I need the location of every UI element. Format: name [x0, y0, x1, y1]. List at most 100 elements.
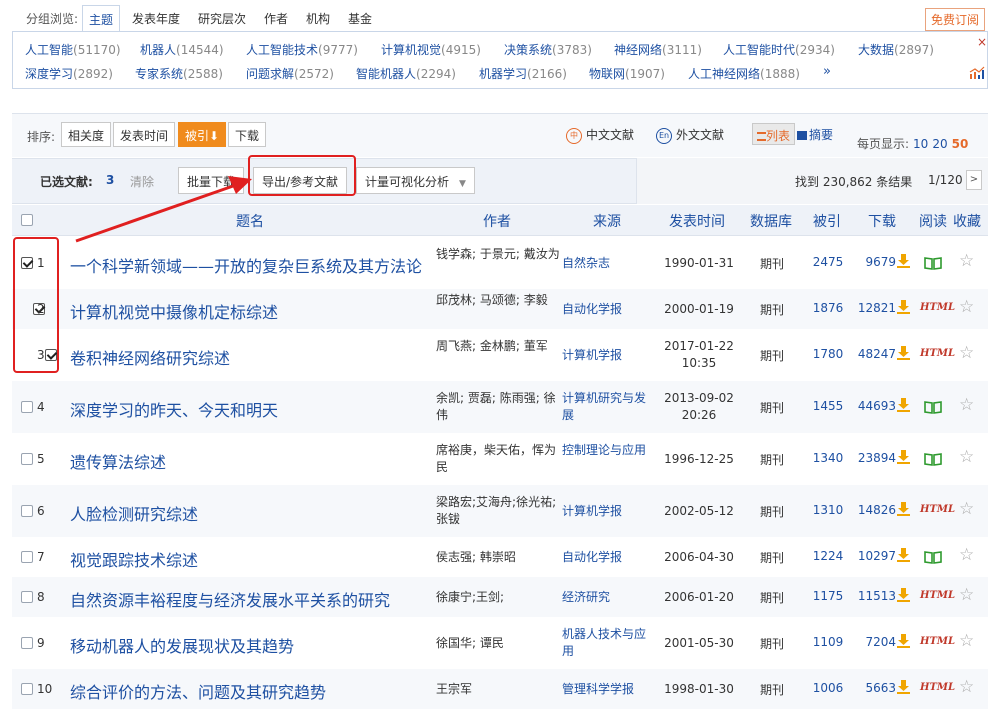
html-read-icon[interactable]: HTML [920, 348, 955, 359]
download-count[interactable]: 14826 [854, 503, 896, 517]
cited-count[interactable]: 1455 [803, 399, 853, 413]
source-link[interactable]: 机器人技术与应用 [562, 626, 654, 660]
source-link[interactable]: 自动化学报 [562, 549, 654, 566]
html-read-icon[interactable]: HTML [920, 636, 955, 647]
download-icon[interactable] [897, 346, 910, 360]
row-checkbox[interactable] [21, 637, 33, 649]
article-title-link[interactable]: 遗传算法综述 [70, 449, 166, 473]
download-count[interactable]: 12821 [854, 301, 896, 315]
author-list[interactable]: 侯志强; 韩崇昭 [436, 549, 561, 566]
row-checkbox[interactable] [21, 591, 33, 603]
book-read-icon[interactable] [924, 551, 942, 564]
category-item[interactable]: 决策系统(3783) [504, 41, 592, 58]
group-tab-author[interactable]: 作者 [264, 10, 288, 27]
group-tab-level[interactable]: 研究层次 [198, 10, 246, 27]
sort-date-button[interactable]: 发表时间 [113, 122, 176, 147]
download-count[interactable]: 5663 [854, 681, 896, 695]
download-icon[interactable] [897, 254, 910, 268]
per-page-20[interactable]: 20 [932, 137, 947, 151]
author-list[interactable]: 钱学森; 于景元; 戴汝为 [436, 246, 561, 263]
star-icon[interactable]: ☆ [959, 499, 974, 519]
book-read-icon[interactable] [924, 257, 942, 270]
download-icon[interactable] [897, 548, 910, 562]
source-link[interactable]: 经济研究 [562, 589, 654, 606]
download-count[interactable]: 11513 [854, 589, 896, 603]
category-item[interactable]: 计算机视觉(4915) [381, 41, 481, 58]
per-page-50[interactable]: 50 [952, 137, 969, 151]
foreign-literature-link[interactable]: En 外文文献 [656, 126, 724, 144]
star-icon[interactable]: ☆ [959, 545, 974, 565]
category-item[interactable]: 人工智能时代(2934) [723, 41, 835, 58]
chart-icon[interactable] [969, 66, 985, 80]
abstract-view-button[interactable]: 摘要 [793, 123, 837, 145]
source-link[interactable]: 计算机研究与发展 [562, 390, 654, 424]
sort-download-button[interactable]: 下载 [228, 122, 267, 147]
article-title-link[interactable]: 移动机器人的发展现状及其趋势 [70, 633, 294, 657]
download-count[interactable]: 44693 [854, 399, 896, 413]
star-icon[interactable]: ☆ [959, 395, 974, 415]
cited-count[interactable]: 1780 [803, 347, 853, 361]
category-item[interactable]: 物联网(1907) [589, 65, 665, 82]
star-icon[interactable]: ☆ [959, 297, 974, 317]
article-title-link[interactable]: 自然资源丰裕程度与经济发展水平关系的研究 [70, 587, 390, 611]
article-title-link[interactable]: 视觉跟踪技术综述 [70, 547, 198, 571]
download-count[interactable]: 23894 [854, 451, 896, 465]
cited-count[interactable]: 1109 [803, 635, 853, 649]
category-item[interactable]: 人工智能技术(9777) [246, 41, 358, 58]
article-title-link[interactable]: 深度学习的昨天、今天和明天 [70, 397, 278, 421]
row-checkbox[interactable] [21, 551, 33, 563]
row-checkbox[interactable] [21, 505, 33, 517]
category-item[interactable]: 人工智能(51170) [25, 41, 121, 58]
visual-analysis-dropdown[interactable]: 计量可视化分析 ▼ [356, 167, 475, 194]
html-read-icon[interactable]: HTML [920, 590, 955, 601]
html-read-icon[interactable]: HTML [920, 302, 955, 313]
next-page-button[interactable]: > [966, 170, 982, 190]
author-list[interactable]: 邱茂林; 马颂德; 李毅 [436, 292, 561, 309]
category-item[interactable]: 神经网络(3111) [614, 41, 702, 58]
cited-count[interactable]: 2475 [803, 255, 853, 269]
book-read-icon[interactable] [924, 453, 942, 466]
source-link[interactable]: 自动化学报 [562, 301, 654, 318]
star-icon[interactable]: ☆ [959, 585, 974, 605]
category-item[interactable]: 机器学习(2166) [479, 65, 567, 82]
group-tab-institution[interactable]: 机构 [306, 10, 330, 27]
article-title-link[interactable]: 卷积神经网络研究综述 [70, 345, 230, 369]
download-icon[interactable] [897, 502, 910, 516]
category-item[interactable]: 人工神经网络(1888) [688, 65, 800, 82]
group-tab-year[interactable]: 发表年度 [132, 10, 180, 27]
per-page-10[interactable]: 10 [913, 137, 928, 151]
sort-relevance-button[interactable]: 相关度 [61, 122, 112, 147]
cited-count[interactable]: 1175 [803, 589, 853, 603]
article-title-link[interactable]: 综合评价的方法、问题及其研究趋势 [70, 679, 326, 703]
book-read-icon[interactable] [924, 401, 942, 414]
star-icon[interactable]: ☆ [959, 677, 974, 697]
row-checkbox[interactable] [21, 401, 33, 413]
download-icon[interactable] [897, 450, 910, 464]
cited-count[interactable]: 1006 [803, 681, 853, 695]
group-tab-topic[interactable]: 主题 [82, 5, 121, 32]
header-date[interactable]: 发表时间 [669, 211, 725, 231]
download-icon[interactable] [897, 300, 910, 314]
download-icon[interactable] [897, 588, 910, 602]
star-icon[interactable]: ☆ [959, 631, 974, 651]
article-title-link[interactable]: 计算机视觉中摄像机定标综述 [70, 299, 278, 323]
author-list[interactable]: 徐国华; 谭民 [436, 635, 561, 652]
download-icon[interactable] [897, 634, 910, 648]
category-item[interactable]: 问题求解(2572) [246, 65, 334, 82]
star-icon[interactable]: ☆ [959, 447, 974, 467]
author-list[interactable]: 梁路宏;艾海舟;徐光祐;张钹 [436, 494, 561, 528]
source-link[interactable]: 计算机学报 [562, 503, 654, 520]
source-link[interactable]: 控制理论与应用 [562, 442, 654, 459]
article-title-link[interactable]: 一个科学新领域——开放的复杂巨系统及其方法论 [70, 253, 422, 277]
html-read-icon[interactable]: HTML [920, 504, 955, 515]
group-tab-fund[interactable]: 基金 [348, 10, 372, 27]
download-count[interactable]: 48247 [854, 347, 896, 361]
author-list[interactable]: 徐康宁;王剑; [436, 589, 561, 606]
cited-count[interactable]: 1310 [803, 503, 853, 517]
header-download[interactable]: 下载 [868, 211, 896, 231]
author-list[interactable]: 席裕庚，柴天佑，恽为民 [436, 442, 561, 476]
star-icon[interactable]: ☆ [959, 343, 974, 363]
author-list[interactable]: 周飞燕; 金林鹏; 董军 [436, 338, 561, 355]
cited-count[interactable]: 1224 [803, 549, 853, 563]
source-link[interactable]: 管理科学学报 [562, 681, 654, 698]
